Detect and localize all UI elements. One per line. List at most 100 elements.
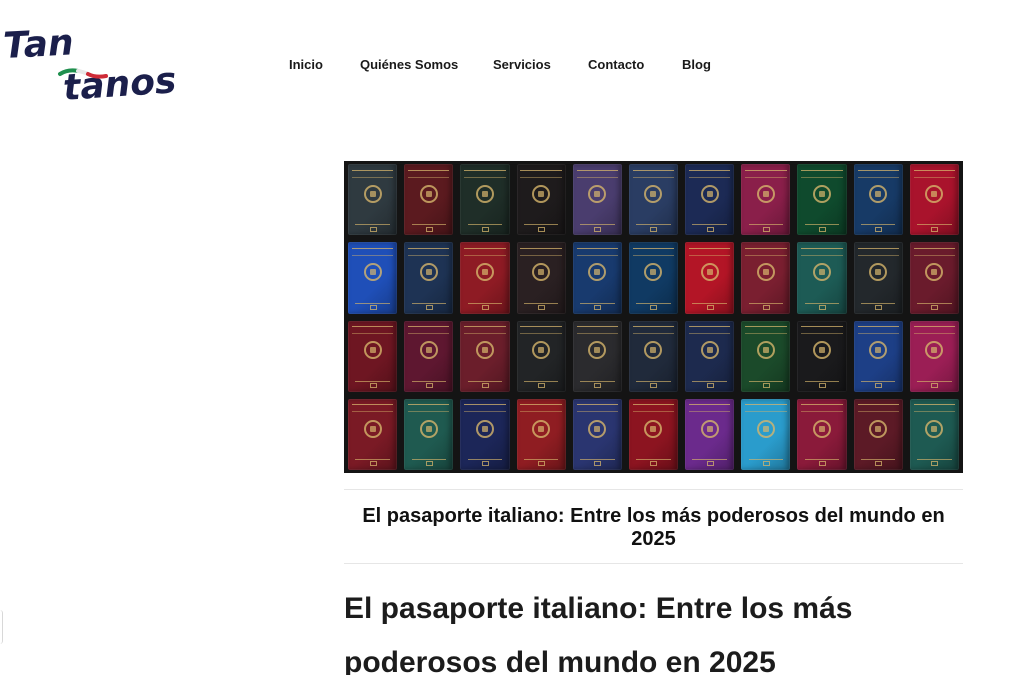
emblem-icon [419, 341, 438, 360]
cover-detail [689, 326, 731, 335]
cover-detail [801, 326, 843, 335]
cover-detail [819, 226, 827, 232]
passport-cover [628, 398, 679, 470]
cover-detail [917, 224, 952, 226]
cover-detail [706, 304, 714, 310]
cover-detail [481, 383, 489, 389]
cover-detail [875, 461, 883, 467]
nav-link-blog[interactable]: Blog [682, 57, 711, 72]
emblem-icon [869, 184, 888, 203]
cover-detail [408, 326, 450, 335]
cover-detail [594, 383, 602, 389]
passport-cover [741, 242, 791, 314]
cover-detail [931, 383, 939, 389]
cover-detail [913, 247, 956, 256]
cover-detail [748, 302, 784, 304]
cover-detail [913, 326, 956, 335]
cover-detail [411, 224, 446, 226]
passport-cover [797, 164, 847, 236]
emblem-icon [644, 341, 663, 360]
cover-detail [804, 380, 840, 382]
cover-detail [523, 459, 559, 461]
cover-detail [523, 302, 559, 304]
cover-detail [857, 326, 899, 335]
passport-cover [741, 320, 791, 392]
cover-detail [762, 304, 770, 310]
nav-link-quienes-somos[interactable]: Quiénes Somos [360, 57, 458, 72]
cover-detail [632, 247, 675, 256]
featured-image-passports[interactable] [344, 161, 963, 473]
nav-link-inicio[interactable]: Inicio [289, 57, 323, 72]
passport-cover [348, 398, 398, 470]
emblem-icon [475, 184, 494, 203]
site-logo[interactable]: Tan tanos [2, 18, 192, 110]
cover-detail [689, 404, 731, 413]
cover-detail [917, 459, 952, 461]
cover-detail [464, 247, 506, 256]
passport-cover [685, 320, 735, 392]
emblem-icon [532, 263, 551, 282]
cover-detail [636, 224, 671, 226]
emblem-icon [756, 419, 775, 438]
emblem-icon [700, 263, 719, 282]
image-caption: El pasaporte italiano: Entre los más pod… [362, 505, 945, 550]
cover-detail [636, 380, 671, 382]
cover-detail [576, 326, 618, 335]
cover-detail [650, 383, 658, 389]
cover-detail [481, 461, 489, 467]
cover-detail [520, 326, 562, 335]
cover-detail [819, 304, 827, 310]
cover-detail [425, 383, 433, 389]
emblem-icon [532, 341, 551, 360]
cover-detail [875, 304, 883, 310]
emblem-icon [475, 341, 494, 360]
nav-link-servicios[interactable]: Servicios [493, 57, 551, 72]
emblem-icon [869, 419, 888, 438]
cover-detail [467, 459, 503, 461]
nav-link-contacto[interactable]: Contacto [588, 57, 644, 72]
cover-detail [636, 302, 671, 304]
cover-detail [408, 404, 450, 413]
passport-cover [516, 320, 566, 392]
cover-detail [523, 224, 559, 226]
cover-detail [538, 304, 546, 310]
emblem-icon [925, 263, 944, 282]
passport-cover [685, 242, 735, 314]
cover-detail [576, 247, 618, 256]
cover-detail [931, 461, 939, 467]
cover-detail [632, 169, 675, 178]
cover-detail [580, 302, 615, 304]
emblem-icon [813, 263, 832, 282]
cover-detail [425, 304, 433, 310]
emblem-icon [363, 184, 382, 203]
cover-detail [748, 380, 784, 382]
cover-detail [594, 461, 602, 467]
passport-cover [460, 320, 510, 392]
emblem-icon [363, 341, 382, 360]
cover-detail [538, 226, 546, 232]
emblem-icon [532, 184, 551, 203]
cover-detail [351, 169, 394, 178]
passport-cover [404, 242, 454, 314]
emblem-icon [644, 184, 663, 203]
cover-detail [689, 169, 731, 178]
passport-cover [853, 164, 903, 236]
cover-detail [411, 302, 446, 304]
cover-detail [917, 380, 952, 382]
cover-detail [523, 380, 559, 382]
passport-cover [797, 398, 847, 470]
cover-detail [467, 302, 503, 304]
emblem-icon [644, 263, 663, 282]
cover-detail [650, 304, 658, 310]
emblem-icon [925, 341, 944, 360]
emblem-icon [869, 341, 888, 360]
cover-detail [464, 326, 506, 335]
cover-detail [538, 383, 546, 389]
side-edge-tab[interactable] [0, 610, 3, 644]
passport-cover [572, 320, 622, 392]
cover-detail [762, 383, 770, 389]
cover-detail [913, 169, 956, 178]
cover-detail [632, 404, 675, 413]
cover-detail [520, 404, 562, 413]
emblem-icon [700, 419, 719, 438]
